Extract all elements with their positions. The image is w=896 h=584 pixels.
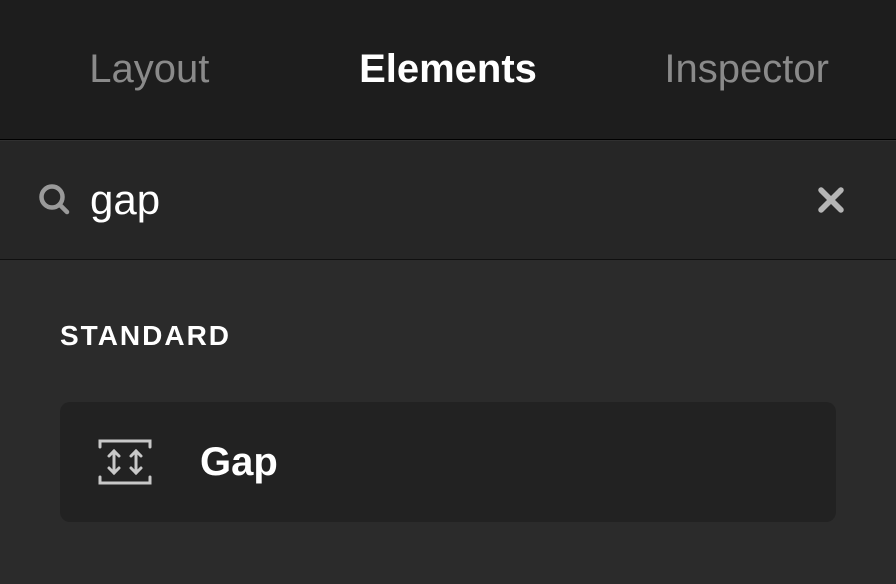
results-area: STANDARD Gap [0, 260, 896, 584]
tab-layout[interactable]: Layout [0, 47, 299, 92]
result-item-gap[interactable]: Gap [60, 402, 836, 522]
search-input[interactable] [80, 176, 806, 224]
search-icon [30, 182, 80, 218]
panel-tabbar: Layout Elements Inspector [0, 0, 896, 140]
search-row [0, 140, 896, 260]
gap-icon [90, 427, 160, 497]
clear-search-button[interactable] [806, 175, 856, 225]
tab-elements[interactable]: Elements [299, 47, 598, 92]
results-section-header: STANDARD [60, 320, 836, 352]
result-item-label: Gap [200, 440, 278, 485]
tab-inspector[interactable]: Inspector [597, 47, 896, 92]
